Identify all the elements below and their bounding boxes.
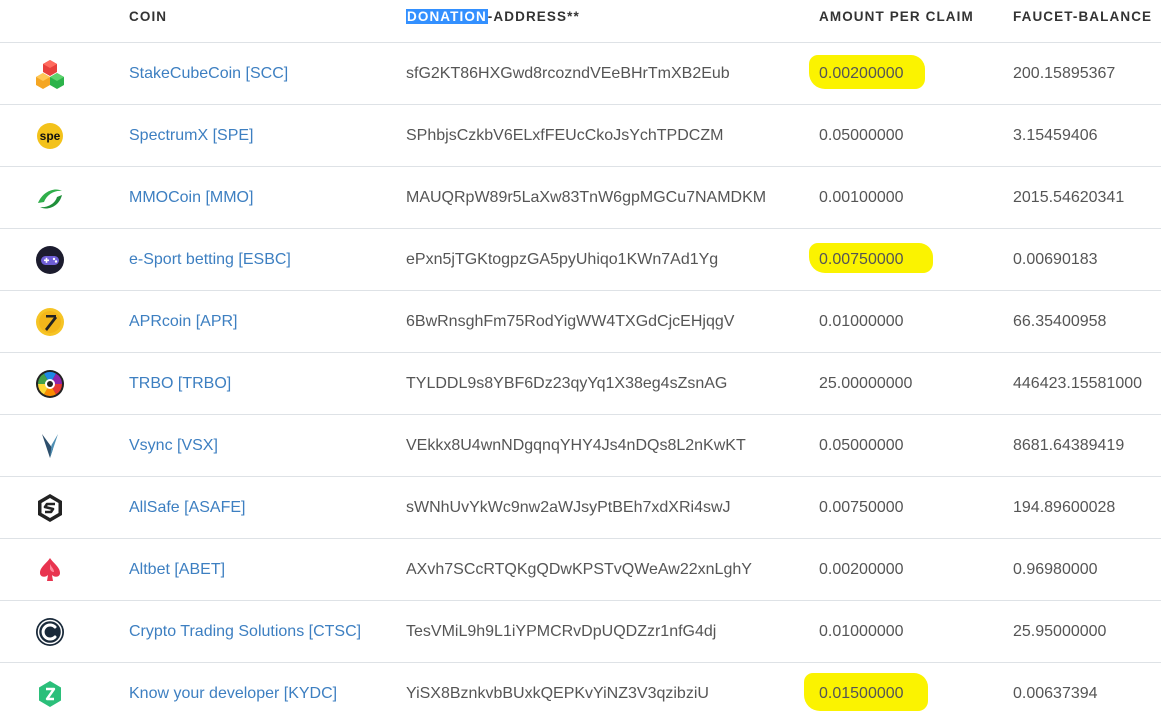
coin-name-link[interactable]: Altbet [ABET] — [129, 539, 225, 600]
donation-address: TYLDDL9s8YBF6Dz23qyYq1X38eg4sZsnAG — [406, 375, 728, 392]
donation-address: AXvh7SCcRTQKgQDwKPSTvQWeAw22xnLghY — [406, 561, 752, 578]
amount-per-claim: 0.01000000 — [819, 291, 904, 352]
table-row: Altbet [ABET] AXvh7SCcRTQKgQDwKPSTvQWeAw… — [0, 539, 1161, 601]
amount-per-claim: 25.00000000 — [819, 353, 912, 414]
amount-per-claim: 0.01000000 — [819, 601, 904, 662]
coin-name-link[interactable]: Know your developer [KYDC] — [129, 663, 337, 724]
amount-value: 25.00000000 — [819, 375, 913, 392]
ctsc-c-icon — [30, 601, 70, 662]
rainbow-aperture-icon — [30, 353, 70, 414]
table-row: APRcoin [APR] 6BwRnsghFm75RodYigWW4TXGdC… — [0, 291, 1161, 353]
svg-text:spe: spe — [40, 129, 61, 143]
coin-name-link[interactable]: SpectrumX [SPE] — [129, 105, 254, 166]
donation-address: YiSX8BznkvbBUxkQEPKvYiNZ3V3qzibziU — [406, 685, 709, 702]
faucet-balance: 8681.64389419 — [1013, 437, 1125, 454]
coin-name-link[interactable]: MMOCoin [MMO] — [129, 167, 253, 228]
amount-per-claim: 0.00750000 — [819, 477, 904, 538]
faucet-balance: 446423.15581000 — [1013, 375, 1143, 392]
donation-address: 6BwRnsghFm75RodYigWW4TXGdCjcEHjqgV — [406, 313, 735, 330]
table-body: StakeCubeCoin [SCC] sfG2KT86HXGwd8rcoznd… — [0, 43, 1161, 724]
donation-address: ePxn5jTGKtogpzGA5pyUhiqo1KWn7Ad1Yg — [406, 251, 719, 268]
amount-per-claim: 0.00750000 — [819, 229, 904, 290]
allsafe-hexagon-icon — [30, 477, 70, 538]
vsync-v-icon — [30, 415, 70, 476]
coin-name-link[interactable]: TRBO [TRBO] — [129, 353, 231, 414]
amount-per-claim: 0.05000000 — [819, 105, 904, 166]
coin-name-link[interactable]: Vsync [VSX] — [129, 415, 218, 476]
apr-coin-icon — [30, 291, 70, 352]
coin-name-link[interactable]: Crypto Trading Solutions [CTSC] — [129, 601, 361, 662]
coin-name-link[interactable]: AllSafe [ASAFE] — [129, 477, 246, 538]
table-row: Crypto Trading Solutions [CTSC] TesVMiL9… — [0, 601, 1161, 663]
faucet-table: COIN DONATION-ADDRESS** AMOUNT PER CLAIM… — [0, 0, 1161, 724]
kydc-hexagon-icon — [30, 663, 70, 724]
column-header-coin[interactable]: COIN — [129, 9, 167, 24]
mmo-swirl-icon — [30, 167, 70, 228]
table-row: e-Sport betting [ESBC] ePxn5jTGKtogpzGA5… — [0, 229, 1161, 291]
donation-address: sfG2KT86HXGwd8rcozndVEeBHrTmXB2Eub — [406, 65, 730, 82]
coin-name-link[interactable]: APRcoin [APR] — [129, 291, 237, 352]
amount-value: 0.05000000 — [819, 437, 904, 454]
table-row: spe SpectrumX [SPE] SPhbjsCzkbV6ELxfFEUc… — [0, 105, 1161, 167]
amount-per-claim: 0.00200000 — [819, 43, 904, 104]
faucet-balance: 66.35400958 — [1013, 313, 1107, 330]
table-row: MMOCoin [MMO] MAUQRpW89r5LaXw83TnW6gpMGC… — [0, 167, 1161, 229]
amount-per-claim: 0.00100000 — [819, 167, 904, 228]
column-header-amount[interactable]: AMOUNT PER CLAIM — [819, 9, 974, 24]
faucet-balance: 3.15459406 — [1013, 127, 1098, 144]
spe-badge-icon: spe — [30, 105, 70, 166]
table-row: TRBO [TRBO] TYLDDL9s8YBF6Dz23qyYq1X38eg4… — [0, 353, 1161, 415]
donation-address: TesVMiL9h9L1iYPMCRvDpUQDZzr1nfG4dj — [406, 623, 717, 640]
amount-value: 0.00200000 — [819, 65, 904, 82]
faucet-balance: 200.15895367 — [1013, 65, 1116, 82]
table-row: AllSafe [ASAFE] sWNhUvYkWc9nw2aWJsyPtBEh… — [0, 477, 1161, 539]
faucet-balance: 0.00690183 — [1013, 251, 1098, 268]
amount-value: 0.00100000 — [819, 189, 904, 206]
donation-address: VEkkx8U4wnNDgqnqYHY4Js4nDQs8L2nKwKT — [406, 437, 746, 454]
amount-value: 0.01000000 — [819, 623, 904, 640]
amount-per-claim: 0.01500000 — [819, 663, 904, 724]
table-row: StakeCubeCoin [SCC] sfG2KT86HXGwd8rcoznd… — [0, 43, 1161, 105]
amount-value: 0.00200000 — [819, 561, 904, 578]
table-header: COIN DONATION-ADDRESS** AMOUNT PER CLAIM… — [0, 0, 1161, 43]
faucet-balance: 194.89600028 — [1013, 499, 1116, 516]
donation-address: sWNhUvYkWc9nw2aWJsyPtBEh7xdXRi4swJ — [406, 499, 731, 516]
table-row: Vsync [VSX] VEkkx8U4wnNDgqnqYHY4Js4nDQs8… — [0, 415, 1161, 477]
amount-value: 0.01000000 — [819, 313, 904, 330]
column-header-address[interactable]: DONATION-ADDRESS** — [406, 9, 580, 24]
donation-address: MAUQRpW89r5LaXw83TnW6gpMGCu7NAMDKM — [406, 189, 767, 206]
amount-value: 0.01500000 — [819, 685, 904, 702]
amount-value: 0.00750000 — [819, 499, 904, 516]
column-header-balance[interactable]: FAUCET-BALANCE — [1013, 9, 1152, 24]
altbet-spade-icon — [30, 539, 70, 600]
faucet-balance: 0.00637394 — [1013, 685, 1098, 702]
gamepad-icon — [30, 229, 70, 290]
coin-name-link[interactable]: e-Sport betting [ESBC] — [129, 229, 291, 290]
amount-per-claim: 0.00200000 — [819, 539, 904, 600]
amount-per-claim: 0.05000000 — [819, 415, 904, 476]
coin-name-link[interactable]: StakeCubeCoin [SCC] — [129, 43, 288, 104]
donation-address: SPhbjsCzkbV6ELxfFEUcCkoJsYchTPDCZM — [406, 127, 724, 144]
table-row: Know your developer [KYDC] YiSX8BznkvbBU… — [0, 663, 1161, 724]
amount-value: 0.05000000 — [819, 127, 904, 144]
stakecube-cubes-icon — [30, 43, 70, 104]
selected-text: DONATION — [406, 9, 488, 24]
amount-value: 0.00750000 — [819, 251, 904, 268]
faucet-balance: 25.95000000 — [1013, 623, 1107, 640]
faucet-balance: 0.96980000 — [1013, 561, 1098, 578]
faucet-balance: 2015.54620341 — [1013, 189, 1125, 206]
column-header-address-rest: -ADDRESS** — [487, 9, 580, 24]
